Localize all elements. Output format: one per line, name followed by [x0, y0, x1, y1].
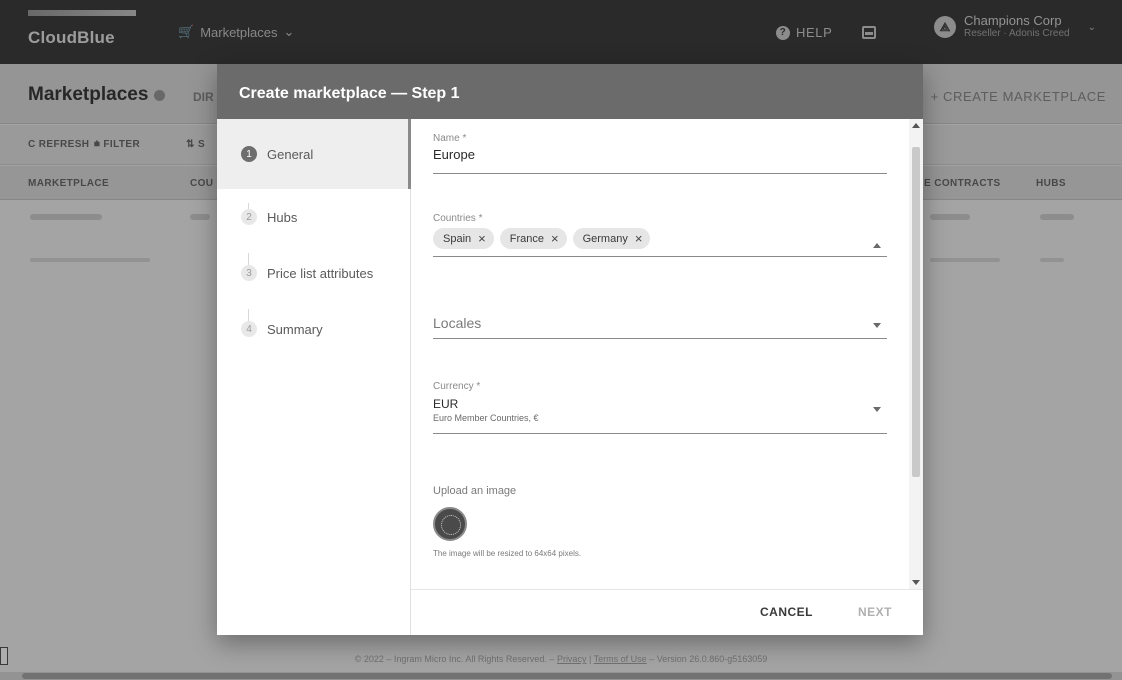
step-general[interactable]: 1 General — [217, 119, 411, 189]
form-scrollbar[interactable] — [909, 119, 923, 589]
name-label: Name * — [433, 133, 467, 144]
next-button[interactable]: NEXT — [858, 605, 892, 619]
scroll-down-icon[interactable] — [912, 580, 920, 585]
countries-chips: Spain × France × Germany × — [433, 228, 887, 249]
dialog-title: Create marketplace — Step 1 — [217, 64, 923, 119]
chip-france[interactable]: France × — [499, 228, 567, 249]
scrollbar-thumb[interactable] — [912, 147, 920, 477]
upload-label: Upload an image — [433, 485, 517, 497]
chip-label: France — [509, 232, 544, 245]
chevron-down-icon[interactable] — [873, 407, 881, 412]
chip-spain[interactable]: Spain × — [433, 228, 494, 249]
step-hubs[interactable]: 2 Hubs — [217, 189, 411, 245]
step-label: Summary — [267, 321, 323, 337]
step-summary[interactable]: 4 Summary — [217, 301, 411, 357]
step-number: 4 — [241, 321, 257, 337]
step-number: 3 — [241, 265, 257, 281]
step-label: General — [267, 146, 314, 162]
countries-label: Countries * — [433, 213, 483, 224]
step-number: 1 — [241, 146, 257, 162]
currency-value: EUR — [433, 397, 459, 411]
countries-field[interactable]: Countries * Spain × France × Germany × — [433, 213, 887, 257]
step-label: Price list attributes — [267, 265, 374, 281]
chip-label: Germany — [582, 232, 628, 245]
currency-field[interactable]: Currency * EUR Euro Member Countries, € — [433, 381, 887, 434]
locales-placeholder: Locales — [433, 315, 482, 331]
create-marketplace-dialog: Create marketplace — Step 1 1 General 2 … — [217, 64, 923, 635]
scroll-up-icon[interactable] — [912, 123, 920, 128]
chevron-down-icon[interactable] — [873, 323, 881, 328]
currency-description: Euro Member Countries, € — [433, 413, 539, 423]
upload-note: The image will be resized to 64x64 pixel… — [433, 549, 582, 558]
wizard-steps: 1 General 2 Hubs 3 Price list attributes… — [217, 119, 411, 635]
close-icon[interactable]: × — [551, 232, 559, 245]
image-upload: Upload an image The image will be resize… — [433, 485, 581, 558]
chevron-up-icon[interactable] — [873, 243, 881, 248]
name-input[interactable]: Europe — [433, 147, 887, 162]
cancel-button[interactable]: CANCEL — [760, 605, 813, 619]
close-icon[interactable]: × — [478, 232, 486, 245]
locales-field[interactable]: Locales — [433, 315, 887, 339]
chip-germany[interactable]: Germany × — [572, 228, 651, 249]
close-icon[interactable]: × — [635, 232, 643, 245]
chip-label: Spain — [443, 232, 472, 245]
step-number: 2 — [241, 209, 257, 225]
eu-flag-image[interactable] — [433, 507, 467, 541]
name-field[interactable]: Name * Europe — [433, 133, 887, 174]
step-price-list-attributes[interactable]: 3 Price list attributes — [217, 245, 411, 301]
step-label: Hubs — [267, 209, 298, 225]
general-form: Name * Europe Countries * Spain × France ×… — [411, 119, 923, 589]
currency-label: Currency * — [433, 381, 481, 392]
dialog-actions: CANCEL NEXT — [411, 589, 923, 635]
